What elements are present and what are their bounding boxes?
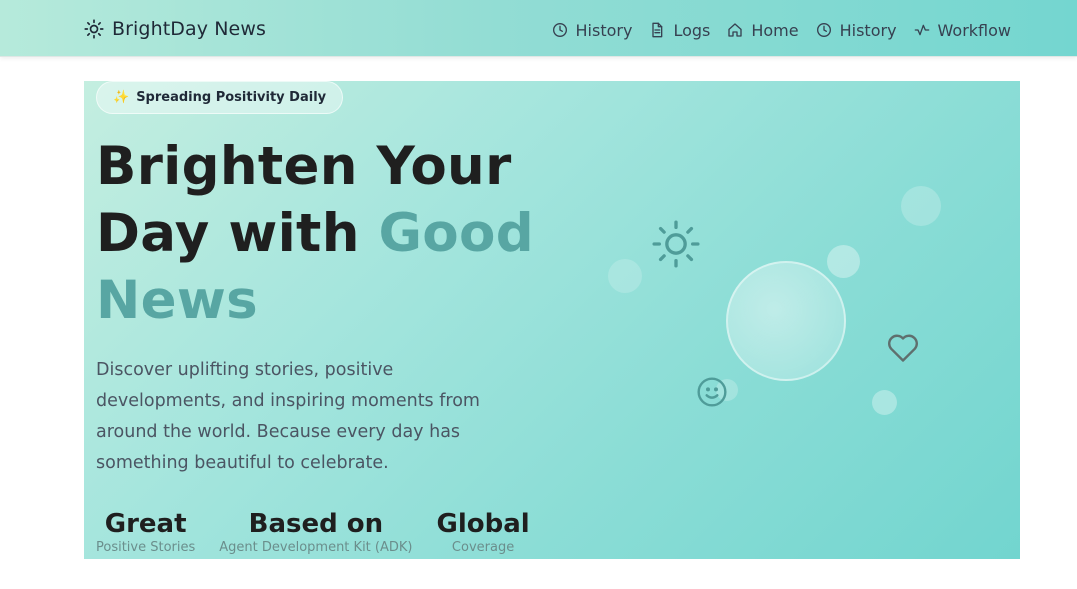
top-navbar: BrightDay News History Logs Home History (0, 0, 1077, 57)
nav-label: Logs (673, 20, 711, 40)
clock-icon (816, 22, 832, 38)
file-icon (649, 22, 665, 38)
hero-title-line1: Brighten Your (96, 136, 512, 197)
nav-item-history-2[interactable]: History (816, 21, 897, 40)
stat-positive-stories: Great Positive Stories (96, 507, 195, 555)
hero-title-accent-good: Good (378, 203, 534, 264)
stat-label: Positive Stories (96, 540, 196, 555)
stat-value: Global (436, 509, 530, 539)
home-icon (727, 22, 743, 38)
hero-badge: ✨ Spreading Positivity Daily (96, 81, 344, 114)
smile-icon (696, 376, 728, 412)
nav-links: History Logs Home History Workflow (552, 18, 1011, 42)
sparkle-icon: ✨ (113, 90, 130, 105)
nav-item-logs[interactable]: Logs (649, 21, 710, 40)
nav-label: Home (751, 20, 799, 40)
decorative-bubble-large (726, 261, 846, 381)
stat-label: Coverage (451, 540, 515, 555)
hero-stats: Great Positive Stories Based on Agent De… (96, 507, 530, 555)
decorative-bubble (872, 390, 897, 415)
hero-badge-text: Spreading Positivity Daily (136, 90, 327, 105)
clock-icon (552, 22, 568, 38)
nav-label: Workflow (937, 20, 1011, 40)
stat-value: Based on (248, 509, 384, 539)
stat-coverage: Global Coverage (436, 507, 529, 555)
stat-value: Great (104, 509, 187, 539)
nav-item-workflow[interactable]: Workflow (914, 21, 1011, 40)
decorative-bubble (901, 186, 941, 226)
sun-icon (651, 219, 701, 273)
nav-label: History (839, 20, 897, 40)
brand-name: BrightDay News (112, 18, 266, 40)
nav-item-home[interactable]: Home (727, 20, 799, 40)
sun-icon (84, 19, 104, 39)
hero-section: ✨ Spreading Positivity Daily Brighten Yo… (84, 81, 1020, 559)
stat-label: Agent Development Kit (ADK) (219, 540, 413, 555)
stat-adk: Based on Agent Development Kit (ADK) (219, 507, 412, 555)
brand[interactable]: BrightDay News (84, 16, 266, 42)
heart-icon (886, 331, 920, 367)
hero-title: Brighten Your Day with Good News (96, 133, 556, 334)
hero-title-accent-news: News (96, 270, 259, 331)
activity-icon (914, 22, 930, 38)
hero-title-line2: Day with (96, 203, 379, 264)
nav-item-history[interactable]: History (552, 20, 633, 40)
decorative-bubble (608, 259, 642, 293)
nav-label: History (575, 20, 633, 40)
hero-description: Discover uplifting stories, positive dev… (96, 360, 480, 473)
decorative-bubble (827, 245, 860, 278)
